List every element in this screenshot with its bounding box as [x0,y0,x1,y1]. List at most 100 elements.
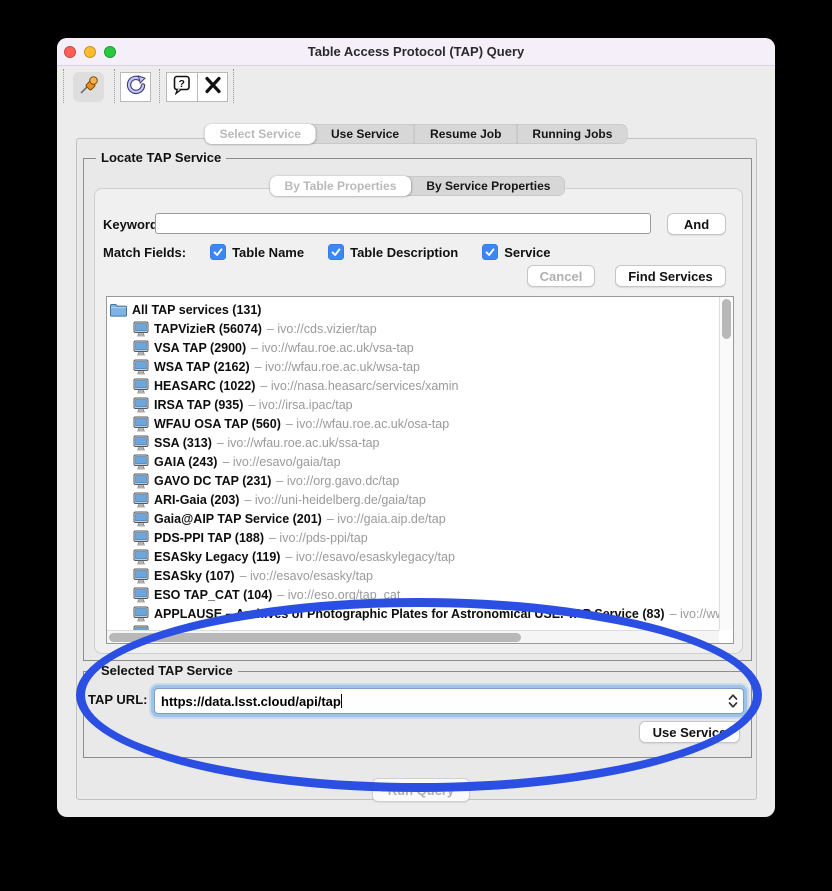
service-uri: – ivo://org.gavo.dc/tap [276,474,399,488]
service-name: SSA (313) [154,436,212,450]
service-monitor-icon [133,321,149,337]
checkmark-icon [482,244,498,260]
service-uri: – ivo://irsa.ipac/tap [248,398,352,412]
help-button[interactable]: ? [166,72,197,102]
reload-button[interactable] [120,72,151,102]
service-monitor-icon [133,492,149,508]
pin-window-button[interactable] [73,72,104,102]
subtab-by-service-properties[interactable]: By Service Properties [411,176,565,196]
service-monitor-icon [133,568,149,584]
tree-service-row[interactable]: SSA (313) – ivo://wfau.roe.ac.uk/ssa-tap [107,433,719,452]
tree-service-row[interactable]: PDS-PPI TAP (188) – ivo://pds-ppi/tap [107,528,719,547]
tab-running-jobs[interactable]: Running Jobs [516,124,627,144]
tree-service-row[interactable]: VSA TAP (2900) – ivo://wfau.roe.ac.uk/vs… [107,338,719,357]
service-name: ESO TAP_CAT (104) [154,588,272,602]
tree-service-row[interactable]: APPLAUSE – Archives of Photographic Plat… [107,604,719,623]
service-monitor-icon [133,416,149,432]
service-monitor-icon [133,435,149,451]
service-name: Gaia@AIP TAP Service (201) [154,512,322,526]
tree-service-row[interactable]: GAIA (243) – ivo://esavo/gaia/tap [107,452,719,471]
tree-service-row[interactable]: WFAU OSA TAP (560) – ivo://wfau.roe.ac.u… [107,414,719,433]
service-uri: – ivo://pds-ppi/tap [269,531,368,545]
service-tree-list[interactable]: All TAP services (131) TAPVizieR (56074)… [106,296,734,644]
run-query-button[interactable]: Run Query [372,778,470,802]
tab-use-service[interactable]: Use Service [316,124,414,144]
service-uri: – ivo://wfau.roe.ac.uk/ssa-tap [217,436,380,450]
tree-service-row[interactable]: HEASARC (1022) – ivo://nasa.heasarc/serv… [107,376,719,395]
tap-url-value[interactable]: https://data.lsst.cloud/api/tap [155,694,724,709]
service-uri: – ivo://esavo/esaskylegacy/tap [285,550,455,564]
horizontal-scrollbar-thumb[interactable] [109,633,521,642]
subtab-by-table-properties[interactable]: By Table Properties [270,176,412,196]
tree-service-row[interactable]: ESASky (107) – ivo://esavo/esasky/tap [107,566,719,585]
locate-tap-service-group: Locate TAP Service By Table Properties B… [83,158,752,661]
window-title: Table Access Protocol (TAP) Query [57,38,775,66]
service-monitor-icon [133,530,149,546]
close-dialog-button[interactable] [197,72,228,102]
by-table-properties-panel: Keywords: And Match Fields: Table Name [94,188,743,654]
service-monitor-icon [133,340,149,356]
help-icon: ? [172,75,192,100]
match-fields-label: Match Fields: [103,245,186,260]
service-name: IRSA TAP (935) [154,398,243,412]
and-button[interactable]: And [667,213,726,235]
close-icon [203,75,223,100]
service-name: APPLAUSE – Archives of Photographic Plat… [154,607,665,621]
service-monitor-icon [133,378,149,394]
stepper-icon[interactable] [724,690,741,712]
toolbar: ? [57,66,775,106]
svg-text:?: ? [178,77,184,89]
tree-service-row[interactable]: GAVO DC TAP (231) – ivo://org.gavo.dc/ta… [107,471,719,490]
tree-service-row[interactable]: Gaia@AIP TAP Service (201) – ivo://gaia.… [107,509,719,528]
service-monitor-icon [133,473,149,489]
find-services-button[interactable]: Find Services [615,265,726,287]
checkbox-table-name[interactable]: Table Name [210,244,304,260]
service-uri: – ivo://eso.org/tap_cat [277,588,400,602]
tree-root-row[interactable]: All TAP services (131) [107,300,719,319]
checkbox-label: Table Description [350,245,458,260]
service-name: PDS-PPI TAP (188) [154,531,264,545]
toolbar-separator [233,69,234,103]
cancel-button[interactable]: Cancel [527,265,595,287]
checkbox-table-description[interactable]: Table Description [328,244,458,260]
service-name: HEASARC (1022) [154,379,255,393]
tree-service-row[interactable]: ARI-Gaia (203) – ivo://uni-heidelberg.de… [107,490,719,509]
service-uri: – ivo://cds.vizier/tap [267,322,377,336]
vertical-scrollbar[interactable] [719,297,733,630]
service-name: ESASky Legacy (119) [154,550,280,564]
folder-icon [110,303,127,317]
service-uri: – ivo://uni-heidelberg.de/gaia/tap [244,493,425,507]
tree-service-row[interactable]: TAPVizieR (56074) – ivo://cds.vizier/tap [107,319,719,338]
tree-service-row[interactable]: WSA TAP (2162) – ivo://wfau.roe.ac.uk/ws… [107,357,719,376]
service-uri: – ivo://esavo/esasky/tap [240,569,373,583]
window-titlebar[interactable]: Table Access Protocol (TAP) Query [57,38,775,66]
horizontal-scrollbar[interactable] [107,630,719,643]
main-panel: Locate TAP Service By Table Properties B… [76,138,757,800]
service-monitor-icon [133,606,149,622]
service-name: VSA TAP (2900) [154,341,246,355]
tree-root-label: All TAP services (131) [132,303,261,317]
service-name: ESASky (107) [154,569,235,583]
desktop-background: Table Access Protocol (TAP) Query [0,0,832,891]
tab-resume-job[interactable]: Resume Job [414,124,516,144]
tree-service-row[interactable]: ESASky Legacy (119) – ivo://esavo/esasky… [107,547,719,566]
service-name: ARI-Gaia (203) [154,493,239,507]
tap-url-combobox[interactable]: https://data.lsst.cloud/api/tap [154,688,744,714]
service-monitor-icon [133,359,149,375]
selected-group-title: Selected TAP Service [96,663,238,678]
tree-service-row[interactable]: IRSA TAP (935) – ivo://irsa.ipac/tap [107,395,719,414]
main-tabbar: Select Service Use Service Resume Job Ru… [205,124,628,144]
use-service-button[interactable]: Use Service [639,721,740,743]
checkbox-service[interactable]: Service [482,244,550,260]
tab-select-service[interactable]: Select Service [205,124,316,144]
tree-service-row[interactable]: ESO TAP_CAT (104) – ivo://eso.org/tap_ca… [107,585,719,604]
service-monitor-icon [133,397,149,413]
service-uri: – ivo://wfau.roe.ac.uk/vsa-tap [251,341,414,355]
toolbar-separator [114,69,115,103]
tree-service-row-partial[interactable] [107,623,719,630]
service-uri: – ivo://nasa.heasarc/services/xamin [260,379,458,393]
checkbox-label: Table Name [232,245,304,260]
service-monitor-icon [133,549,149,565]
vertical-scrollbar-thumb[interactable] [722,299,731,339]
keywords-input[interactable] [155,213,651,234]
